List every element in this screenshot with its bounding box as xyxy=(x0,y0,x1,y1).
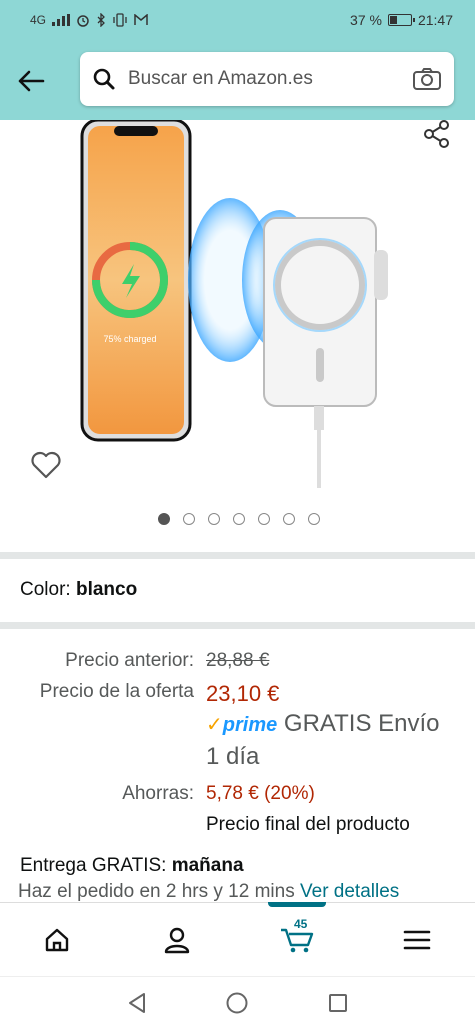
back-button[interactable] xyxy=(14,64,48,98)
savings-label: Ahorras: xyxy=(122,783,194,804)
gallery-pagination[interactable] xyxy=(0,513,475,525)
gallery-dot[interactable] xyxy=(232,513,245,525)
system-recents-button[interactable] xyxy=(326,991,350,1015)
gmail-icon xyxy=(134,14,148,25)
deal-price-row: Precio de la oferta 23,10 € xyxy=(0,681,280,707)
product-image[interactable]: 75% charged xyxy=(70,120,390,490)
header: Buscar en Amazon.es xyxy=(0,40,475,120)
final-price-text: Precio final del producto xyxy=(206,814,410,835)
nav-account[interactable] xyxy=(160,923,194,957)
color-label: Color: xyxy=(20,579,71,600)
product-gallery[interactable]: 75% charged xyxy=(0,120,475,552)
home-icon xyxy=(45,928,69,952)
battery-percent: 37 % xyxy=(350,12,382,28)
delivery-info: Entrega GRATIS: mañana xyxy=(20,855,244,877)
color-selector[interactable]: Color: blanco xyxy=(20,579,137,601)
system-nav xyxy=(0,976,475,1029)
gallery-dot[interactable] xyxy=(182,513,195,525)
status-bar: 4G 37 % 21:47 xyxy=(0,0,475,40)
charge-caption: 75% charged xyxy=(103,334,156,344)
savings-row: Ahorras: 5,78 € (20%) xyxy=(0,783,315,805)
alarm-icon xyxy=(77,15,89,27)
share-icon[interactable] xyxy=(423,120,451,153)
divider xyxy=(0,552,475,559)
gallery-dot[interactable] xyxy=(257,513,270,525)
nav-menu[interactable] xyxy=(400,923,434,957)
search-icon xyxy=(92,67,116,91)
network-label: 4G xyxy=(30,13,47,27)
menu-icon xyxy=(403,930,431,950)
cart-count: 45 xyxy=(294,917,308,931)
system-home-button[interactable] xyxy=(225,991,249,1015)
gallery-dot[interactable] xyxy=(207,513,220,525)
delivery-day: mañana xyxy=(171,855,244,876)
system-back-button[interactable] xyxy=(125,991,149,1015)
account-icon xyxy=(164,927,190,954)
savings-value: 5,78 € (20%) xyxy=(206,783,315,804)
color-value: blanco xyxy=(75,579,138,600)
status-icons: 4G xyxy=(30,13,148,27)
previous-price: 28,88 € xyxy=(206,650,270,671)
prime-check-icon: ✓ xyxy=(206,714,223,736)
details-link[interactable]: Ver detalles xyxy=(300,881,399,902)
deal-price: 23,10 € xyxy=(206,681,280,706)
gallery-dot[interactable] xyxy=(282,513,295,525)
active-tab-indicator xyxy=(268,902,326,907)
final-price-note: Precio final del producto xyxy=(206,814,410,836)
divider xyxy=(0,622,475,629)
square-recents-icon xyxy=(329,994,347,1012)
circle-home-icon xyxy=(226,992,248,1014)
camera-icon[interactable] xyxy=(412,67,442,91)
deal-price-label: Precio de la oferta xyxy=(39,681,194,702)
search-input[interactable]: Buscar en Amazon.es xyxy=(80,52,454,106)
gallery-dot[interactable] xyxy=(307,513,320,525)
prime-shipping: ✓prime GRATIS Envío 1 día xyxy=(206,708,440,773)
order-by-text: Haz el pedido en 2 hrs y 12 mins xyxy=(18,881,295,902)
search-placeholder: Buscar en Amazon.es xyxy=(128,68,313,89)
bottom-nav: 45 xyxy=(0,902,475,976)
status-right: 37 % 21:47 xyxy=(350,12,453,28)
heart-icon[interactable] xyxy=(30,450,62,485)
previous-price-row: Precio anterior: 28,88 € xyxy=(0,650,269,672)
bluetooth-icon xyxy=(97,13,105,27)
clock: 21:47 xyxy=(417,12,453,28)
battery-icon xyxy=(387,14,415,26)
shipping-text: GRATIS Envío xyxy=(283,710,440,737)
arrow-left-icon xyxy=(18,70,45,92)
nav-home[interactable] xyxy=(40,923,74,957)
delivery-prefix: Entrega GRATIS: xyxy=(20,855,167,876)
gallery-dot[interactable] xyxy=(157,513,170,525)
vibrate-icon xyxy=(113,13,127,27)
nav-cart[interactable]: 45 xyxy=(280,917,314,957)
prime-logo: prime xyxy=(222,714,278,736)
triangle-back-icon xyxy=(129,993,145,1013)
previous-price-label: Precio anterior: xyxy=(65,650,194,671)
order-countdown: Haz el pedido en 2 hrs y 12 mins Ver det… xyxy=(18,881,399,903)
signal-icon xyxy=(52,14,71,26)
shipping-time: 1 día xyxy=(206,743,260,770)
